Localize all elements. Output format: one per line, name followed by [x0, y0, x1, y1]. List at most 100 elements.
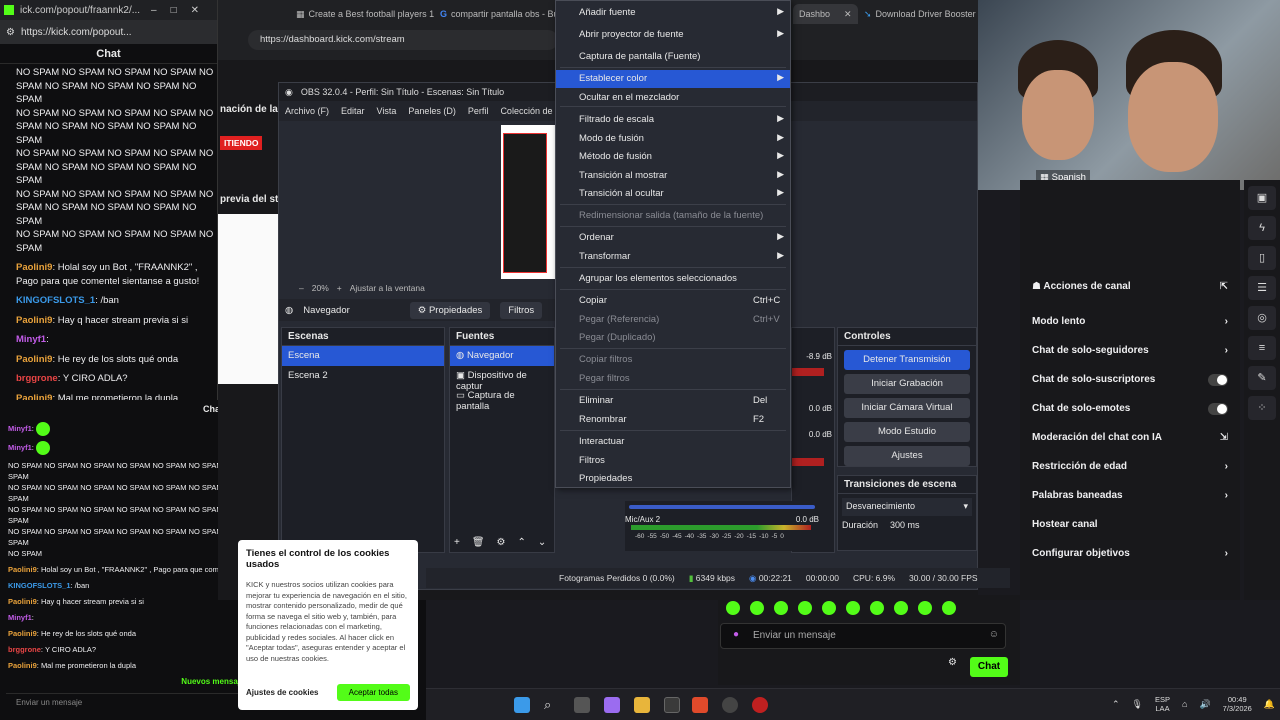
start-recording-button[interactable]: Iniciar Grabación	[844, 374, 970, 394]
chat-username[interactable]: Paolini9	[8, 661, 37, 670]
channel-action-row[interactable]: Configurar objetivos ›	[1020, 539, 1240, 568]
menu-item[interactable]: Método de fusión ▶	[556, 148, 790, 166]
obs-menu-item[interactable]: Perfil	[468, 106, 489, 116]
obs-menu-item[interactable]: Paneles (D)	[408, 106, 456, 116]
network-icon[interactable]: ⌂	[1182, 699, 1187, 709]
chat-username[interactable]: Minyf1	[8, 424, 32, 433]
chat-username[interactable]: brggrone	[8, 645, 41, 654]
scene-item[interactable]: Escena	[282, 346, 444, 366]
emote-icon[interactable]	[774, 601, 788, 615]
more-icon[interactable]: ⁘	[1248, 396, 1276, 420]
menu-item[interactable]: Ordenar ▶	[556, 229, 790, 247]
obs-menu-item[interactable]: Archivo (F)	[285, 106, 329, 116]
chat-username[interactable]: Paolini9	[16, 354, 52, 365]
obs-preview-canvas[interactable]	[501, 125, 555, 279]
duration-input[interactable]: 300 ms	[890, 520, 920, 530]
chat-username[interactable]: Minyf1	[16, 334, 46, 345]
up-icon[interactable]: ⌃	[518, 537, 526, 548]
tab-dashboard[interactable]: Dashbo ✕	[793, 4, 858, 24]
chat2-input[interactable]: Enviar un mensaje	[6, 693, 240, 713]
menu-item[interactable]: Captura de pantalla (Fuente)	[556, 48, 790, 66]
popout-url[interactable]: https://kick.com/popout...	[21, 27, 132, 38]
settings-icon[interactable]: ⚙	[948, 657, 957, 668]
cookie-settings-button[interactable]: Ajustes de cookies	[246, 688, 318, 697]
emote-icon[interactable]	[822, 601, 836, 615]
menu-item[interactable]: Filtrado de escala ▶	[556, 111, 790, 129]
lightning-icon[interactable]: ϟ	[1248, 216, 1276, 240]
window-controls-icon[interactable]: –□✕	[151, 5, 213, 16]
menu-item[interactable]: Agrupar los elementos seleccionados	[556, 270, 790, 288]
obs-menu-item[interactable]: Vista	[377, 106, 397, 116]
volume-icon[interactable]: 🔊	[1199, 699, 1210, 710]
tab-obs-search[interactable]: Gcompartir pantalla obs - Bus	[440, 4, 563, 24]
phone-icon[interactable]: ▯	[1248, 246, 1276, 270]
menu-item[interactable]: Añadir fuente ▶	[556, 4, 790, 22]
mic-tray-icon[interactable]: 🎙	[1132, 699, 1143, 710]
popout-icon[interactable]: ⇱	[1220, 281, 1228, 292]
down-icon[interactable]: ⌄	[538, 537, 546, 548]
chat-username[interactable]: Paolini9	[16, 315, 52, 326]
chat-username[interactable]: Paolini9	[8, 565, 37, 574]
chat-username[interactable]: Paolini9	[16, 262, 52, 273]
list-icon[interactable]: ≡	[1248, 336, 1276, 360]
notification-icon[interactable]: 🔔	[1264, 699, 1275, 710]
menu-item[interactable]: Transición al mostrar ▶	[556, 167, 790, 185]
studio-mode-button[interactable]: Modo Estudio	[844, 422, 970, 442]
menu-item[interactable]: Ocultar en el mezclador	[556, 89, 790, 107]
app-red-icon[interactable]	[752, 697, 768, 713]
emote-icon[interactable]	[942, 601, 956, 615]
properties-button[interactable]: ⚙ Propiedades	[409, 301, 491, 319]
toggle-switch[interactable]	[1208, 373, 1228, 386]
menu-item[interactable]: Establecer color ▶	[556, 70, 790, 88]
tab-football[interactable]: ▦ Create a Best football players 1	[296, 4, 434, 24]
emote-icon[interactable]	[750, 601, 764, 615]
menu-item[interactable]: Interactuar	[556, 433, 790, 451]
brave-icon[interactable]	[692, 697, 708, 713]
menu-item[interactable]: Copiar Ctrl+C	[556, 292, 790, 310]
broadcast-icon[interactable]: ◎	[1248, 306, 1276, 330]
obs-menu-item[interactable]: Editar	[341, 106, 365, 116]
send-chat-button[interactable]: Chat	[970, 657, 1008, 677]
chat-username[interactable]: KINGOFSLOTS_1	[8, 581, 71, 590]
emote-icon[interactable]	[798, 601, 812, 615]
chat-username[interactable]: Paolini9	[8, 629, 37, 638]
task-view-icon[interactable]	[574, 697, 590, 713]
wrench-icon[interactable]: ✎	[1248, 366, 1276, 390]
trash-icon[interactable]: 🗑	[472, 537, 485, 548]
chat-username[interactable]: brggrone	[16, 373, 58, 384]
zoom-in-icon[interactable]: +	[337, 283, 342, 293]
menu-item[interactable]: Eliminar Del	[556, 392, 790, 410]
source-item[interactable]: ◍ Navegador	[450, 346, 554, 366]
store-icon[interactable]	[664, 697, 680, 713]
copilot-icon[interactable]	[604, 697, 620, 713]
add-icon[interactable]: +	[454, 537, 460, 548]
chat-icon[interactable]: ☰	[1248, 276, 1276, 300]
emote-icon[interactable]	[726, 601, 740, 615]
layout-icon[interactable]: ▣	[1248, 186, 1276, 210]
popout-urlbar[interactable]: ⚙ https://kick.com/popout...	[0, 20, 217, 44]
channel-action-row[interactable]: Restricción de edad ›	[1020, 452, 1240, 481]
menu-item[interactable]: Modo de fusión ▶	[556, 130, 790, 148]
menu-item[interactable]: Transición al ocultar ▶	[556, 185, 790, 203]
scene-item[interactable]: Escena 2	[282, 366, 444, 386]
preview-source-bounds[interactable]	[503, 133, 547, 273]
search-icon[interactable]: ⌕	[544, 697, 560, 713]
chat-username[interactable]: Minyf1	[8, 613, 32, 622]
zoom-out-icon[interactable]: –	[299, 283, 304, 293]
channel-action-row[interactable]: Modo lento ›	[1020, 307, 1240, 336]
chevron-up-icon[interactable]: ⌃	[1112, 699, 1120, 710]
channel-action-row[interactable]: Hostear canal	[1020, 510, 1240, 539]
chat-username[interactable]: KINGOFSLOTS_1	[16, 295, 95, 306]
settings-button[interactable]: Ajustes	[844, 446, 970, 466]
volume-slider[interactable]	[629, 505, 815, 509]
chat-input[interactable]: Enviar un mensaje ● ☺	[720, 623, 1006, 649]
chat-username[interactable]: Paolini9	[8, 597, 37, 606]
settings-icon[interactable]: ⚙	[6, 27, 15, 38]
emote-icon[interactable]	[870, 601, 884, 615]
menu-item[interactable]: Renombrar F2	[556, 411, 790, 429]
stop-stream-button[interactable]: Detener Transmisión	[844, 350, 970, 370]
channel-action-row[interactable]: Palabras baneadas ›	[1020, 481, 1240, 510]
accept-cookies-button[interactable]: Aceptar todas	[336, 684, 410, 701]
menu-item[interactable]: Transformar ▶	[556, 248, 790, 266]
emote-icon[interactable]	[846, 601, 860, 615]
